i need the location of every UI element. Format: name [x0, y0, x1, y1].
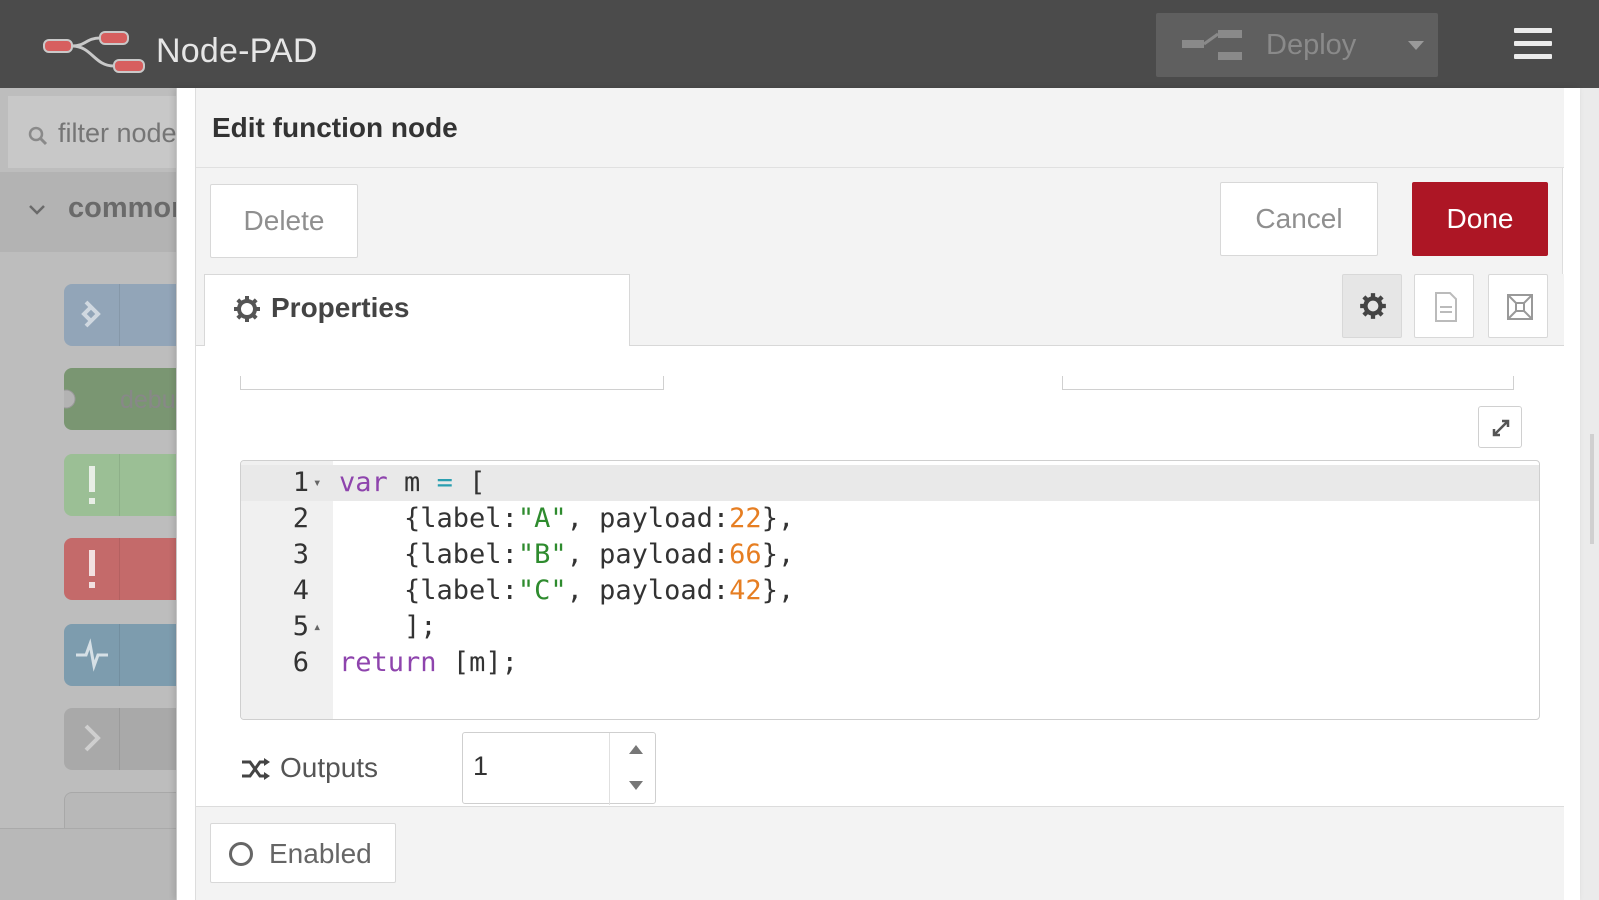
gear-icon	[1360, 293, 1386, 319]
header-bar: Node-PAD Deploy	[0, 0, 1599, 88]
code-text: ];	[404, 611, 437, 642]
code-text: {label:"C", payload:42},	[404, 575, 795, 606]
code-line: 3 {label:"B", payload:66},	[241, 537, 1539, 573]
outputs-label: Outputs	[280, 752, 379, 783]
tray-scrollbar[interactable]	[1590, 434, 1594, 544]
edit-tray-panel: Edit function node Delete Cancel Done Pr…	[195, 88, 1564, 900]
palette-node-status[interactable]	[64, 624, 180, 686]
tray-header: Edit function node	[196, 88, 1564, 168]
palette-node-label: debug	[120, 386, 180, 414]
done-button[interactable]: Done	[1412, 182, 1548, 256]
exclamation-icon	[64, 454, 120, 516]
line-number: 6	[292, 647, 309, 678]
palette-category-label: common	[68, 192, 180, 224]
outputs-spinner	[462, 732, 656, 805]
line-number: 4	[292, 575, 309, 606]
search-icon	[28, 126, 48, 146]
deploy-icon	[1182, 30, 1242, 60]
debug-port-icon	[56, 368, 120, 430]
line-number: 5	[292, 611, 309, 642]
code-text: return [m];	[339, 647, 518, 678]
pulse-icon	[64, 624, 120, 686]
tab-settings[interactable]	[1342, 274, 1402, 338]
circle-icon	[229, 842, 253, 866]
spinner-divider	[609, 733, 610, 805]
palette-node-complete[interactable]	[64, 454, 180, 516]
deploy-button[interactable]: Deploy	[1156, 13, 1438, 77]
link-arrow-icon	[64, 708, 120, 770]
hamburger-menu-icon[interactable]	[1514, 28, 1552, 60]
node-red-logo-icon	[43, 31, 145, 73]
expand-icon	[1492, 419, 1510, 437]
tray-title: Edit function node	[212, 112, 458, 143]
code-text: {label:"A", payload:22},	[404, 503, 795, 534]
code-line: 1 ▾ var m = [	[241, 465, 1539, 501]
code-line: 5 ▴ ];	[241, 609, 1539, 645]
palette-category-common[interactable]: common	[0, 172, 180, 252]
delete-button[interactable]: Delete	[210, 184, 358, 258]
deploy-label: Deploy	[1266, 29, 1357, 61]
file-icon	[1435, 292, 1457, 322]
line-number: 3	[292, 539, 309, 570]
code-line: 2 {label:"A", payload:22},	[241, 501, 1539, 537]
fold-icon[interactable]: ▾	[313, 465, 321, 501]
properties-pane: 1 ▾ var m = [ 2 {label:"A", payload:22},…	[196, 346, 1564, 806]
fold-icon[interactable]: ▴	[313, 609, 321, 645]
line-number: 2	[292, 503, 309, 534]
cancel-button[interactable]: Cancel	[1220, 182, 1378, 256]
tab-properties[interactable]: Properties	[204, 274, 630, 347]
exclamation-icon	[64, 538, 120, 600]
tab-properties-label: Properties	[271, 292, 410, 323]
enabled-label: Enabled	[269, 838, 372, 869]
frame-icon	[1507, 294, 1533, 320]
edit-tray: Edit function node Delete Cancel Done Pr…	[176, 88, 1580, 900]
spinner-up-icon[interactable]	[629, 745, 643, 754]
palette-node-catch[interactable]	[64, 538, 180, 600]
enabled-toggle[interactable]: Enabled	[210, 823, 396, 883]
random-shuffle-icon	[242, 758, 270, 780]
tray-footer: Enabled	[196, 806, 1564, 900]
palette-node-link[interactable]	[64, 708, 180, 770]
tab-appearance[interactable]	[1488, 274, 1548, 338]
line-number: 1	[292, 467, 309, 498]
palette-footer	[0, 828, 180, 900]
code-line: 4 {label:"C", payload:42},	[241, 573, 1539, 609]
caret-down-icon[interactable]	[1408, 41, 1424, 50]
tab-description[interactable]	[1414, 274, 1474, 338]
app-title: Node-PAD	[156, 32, 318, 70]
code-line: 6 return [m];	[241, 645, 1539, 681]
code-editor[interactable]: 1 ▾ var m = [ 2 {label:"A", payload:22},…	[240, 460, 1540, 720]
palette-node-inject[interactable]	[64, 284, 180, 346]
node-palette: common debug	[0, 88, 180, 900]
palette-filter-input[interactable]	[58, 118, 180, 149]
outputs-row: Outputs	[196, 732, 1564, 806]
setup-field-bottom-edge[interactable]	[1062, 376, 1514, 390]
code-text: var m = [	[339, 467, 486, 498]
expand-editor-button[interactable]	[1478, 406, 1522, 448]
gear-icon	[234, 296, 260, 322]
tray-tabs: Properties	[196, 274, 1564, 347]
inject-arrow-icon	[64, 284, 120, 346]
chevron-down-icon	[29, 205, 45, 215]
spinner-down-icon[interactable]	[629, 781, 643, 790]
code-text: {label:"B", payload:66},	[404, 539, 795, 570]
palette-node-debug[interactable]: debug	[56, 368, 180, 430]
palette-filter	[8, 96, 180, 168]
name-field-bottom-edge[interactable]	[240, 376, 664, 390]
outputs-input[interactable]	[473, 751, 603, 782]
